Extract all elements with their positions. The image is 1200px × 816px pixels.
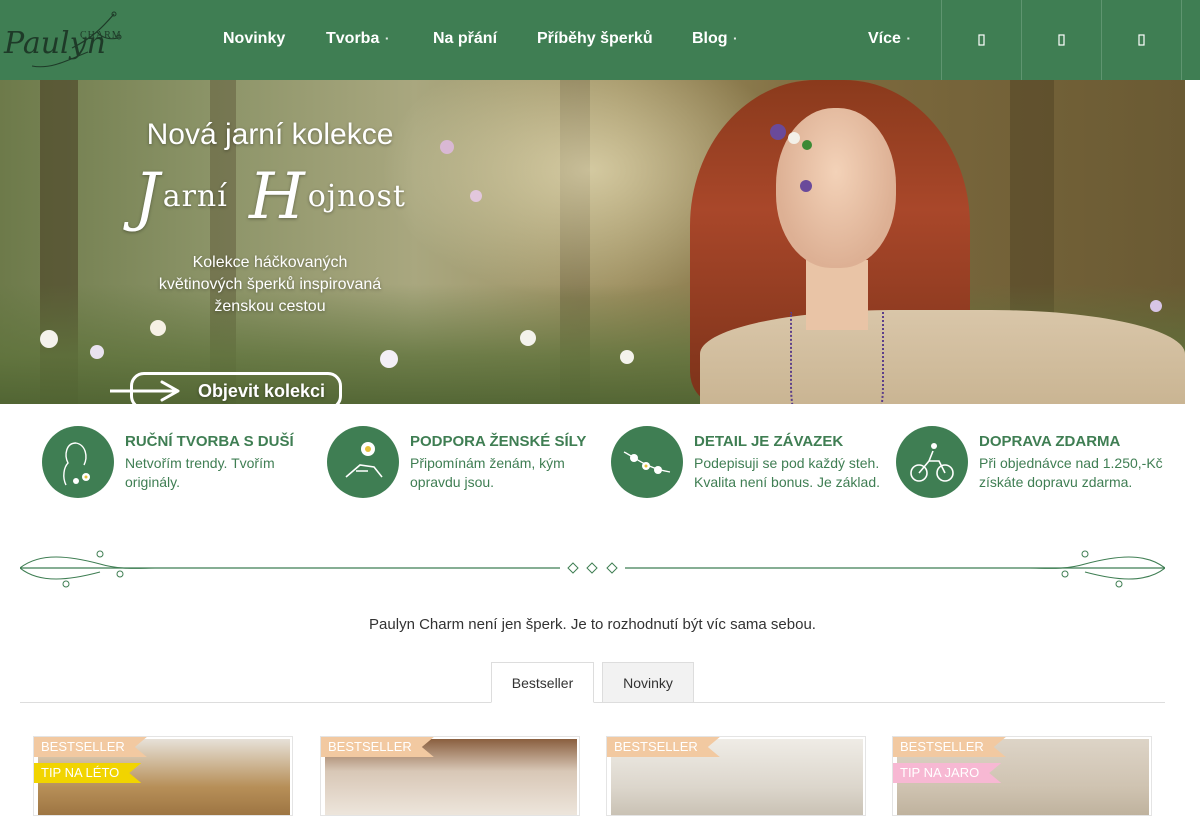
nav-item-tvorba[interactable]: Tvorba ▪ (326, 30, 388, 48)
feature-free-shipping: DOPRAVA ZDARMA Při objednávce nad 1.250,… (896, 426, 1171, 498)
script-initial: J (134, 160, 161, 234)
flower-chain-icon (611, 426, 683, 498)
brand-tagline: Paulyn Charm není jen šperk. Je to rozho… (369, 616, 816, 633)
feature-handmade: RUČNÍ TVORBA S DUŠÍ Netvořím trendy. Tvo… (42, 426, 312, 498)
hair-flower (788, 132, 800, 144)
user-icon (1057, 34, 1065, 46)
flower (440, 140, 454, 154)
search-button[interactable] (941, 0, 1021, 80)
product-card[interactable]: BESTSELLER (606, 736, 866, 816)
flower (470, 190, 482, 202)
site-header: Paulyn CHARM Novinky Tvorba ▪ Na přání Př… (0, 0, 1200, 80)
flower (520, 330, 536, 346)
chevron-down-icon: ▪ (906, 34, 910, 44)
nav-item-vice[interactable]: Více ▪ (868, 30, 910, 48)
flower (1150, 300, 1162, 312)
nav-label: Novinky (223, 30, 286, 47)
earring (800, 180, 812, 192)
hero-description-line: květinových šperků inspirovaná (158, 276, 382, 293)
hair-flower (770, 124, 786, 140)
flower (620, 350, 634, 364)
feature-title: DOPRAVA ZDARMA (979, 433, 1121, 450)
hero-cta-button[interactable]: Objevit kolekci (110, 372, 350, 404)
product-card[interactable]: BESTSELLER TIP NA JARO (892, 736, 1152, 816)
woman-flower-icon (42, 426, 114, 498)
feature-text: Při objednávce nad 1.250,-Kč získáte dop… (979, 455, 1163, 490)
tab-bestseller[interactable]: Bestseller (491, 662, 594, 703)
badge-tip-spring: TIP NA JARO (893, 763, 1001, 783)
arrow-right-icon (110, 380, 180, 402)
badge-bestseller: BESTSELLER (607, 737, 720, 757)
hero-banner[interactable]: Nová jarní kolekce Jarní Hojnost Kolekce… (0, 80, 1185, 404)
badge-bestseller: BESTSELLER (321, 737, 434, 757)
feature-title: DETAIL JE ZÁVAZEK (694, 433, 844, 450)
ornament-divider (20, 550, 1165, 588)
hands-daisy-icon (327, 426, 399, 498)
nav-label: Tvorba (326, 30, 380, 47)
nav-item-na-prani[interactable]: Na přání (433, 30, 497, 48)
hero-collection-name: Jarní Hojnost (110, 160, 430, 234)
feature-detail: DETAIL JE ZÁVAZEK Podepisuji se pod každ… (611, 426, 881, 498)
bicycle-icon (896, 426, 968, 498)
badge-bestseller: BESTSELLER (893, 737, 1006, 757)
script-word: arní (162, 179, 228, 214)
brand-charm: CHARM (80, 30, 122, 41)
feature-title: RUČNÍ TVORBA S DUŠÍ (125, 433, 294, 450)
page-scrollbar-gutter[interactable] (1185, 80, 1200, 800)
brand-logo[interactable]: Paulyn CHARM (2, 8, 126, 72)
nav-item-novinky[interactable]: Novinky (223, 30, 285, 48)
tab-novinky[interactable]: Novinky (602, 662, 694, 703)
nav-label: Příběhy šperků (537, 30, 653, 47)
badge-bestseller: BESTSELLER (34, 737, 147, 757)
nav-item-pribehy-sperku[interactable]: Příběhy šperků (537, 30, 653, 48)
hero-title: Nová jarní kolekce (146, 118, 394, 151)
flower (90, 345, 104, 359)
hero-description-line: ženskou cestou (214, 298, 326, 315)
hero-text: Nová jarní kolekce Jarní Hojnost Kolekce… (110, 118, 430, 404)
feature-womens-power: PODPORA ŽENSKÉ SÍLY Připomínám ženám, ký… (327, 426, 597, 498)
search-icon (977, 34, 985, 46)
nav-item-blog[interactable]: Blog ▪ (692, 30, 736, 48)
hero-description: Kolekce háčkovaných květinových šperků i… (110, 252, 430, 318)
nav-label: Blog (692, 30, 728, 47)
cart-icon (1137, 34, 1145, 46)
script-initial: H (248, 160, 306, 234)
feature-text: Podepisuji se pod každý steh. Kvalita ne… (694, 455, 881, 490)
feature-title: PODPORA ŽENSKÉ SÍLY (410, 433, 587, 450)
chevron-down-icon: ▪ (733, 34, 737, 44)
nav-label: Více (868, 30, 901, 47)
hair-flower (802, 140, 812, 150)
account-button[interactable] (1021, 0, 1101, 80)
hero-description-line: Kolekce háčkovaných (192, 254, 348, 271)
script-word: ojnost (307, 179, 406, 214)
product-card[interactable]: BESTSELLER (320, 736, 580, 816)
cart-button[interactable] (1101, 0, 1182, 80)
flower (40, 330, 58, 348)
flower (380, 350, 398, 368)
product-card[interactable]: BESTSELLER TIP NA LÉTO (33, 736, 293, 816)
nav-label: Na přání (433, 30, 498, 47)
badge-tip-summer: TIP NA LÉTO (34, 763, 141, 783)
feature-text: Připomínám ženám, kým opravdu jsou. (410, 455, 565, 490)
necklace (790, 312, 884, 404)
model-dress (700, 310, 1185, 404)
chevron-down-icon: ▪ (385, 34, 389, 44)
feature-text: Netvořím trendy. Tvořím originály. (125, 455, 275, 490)
